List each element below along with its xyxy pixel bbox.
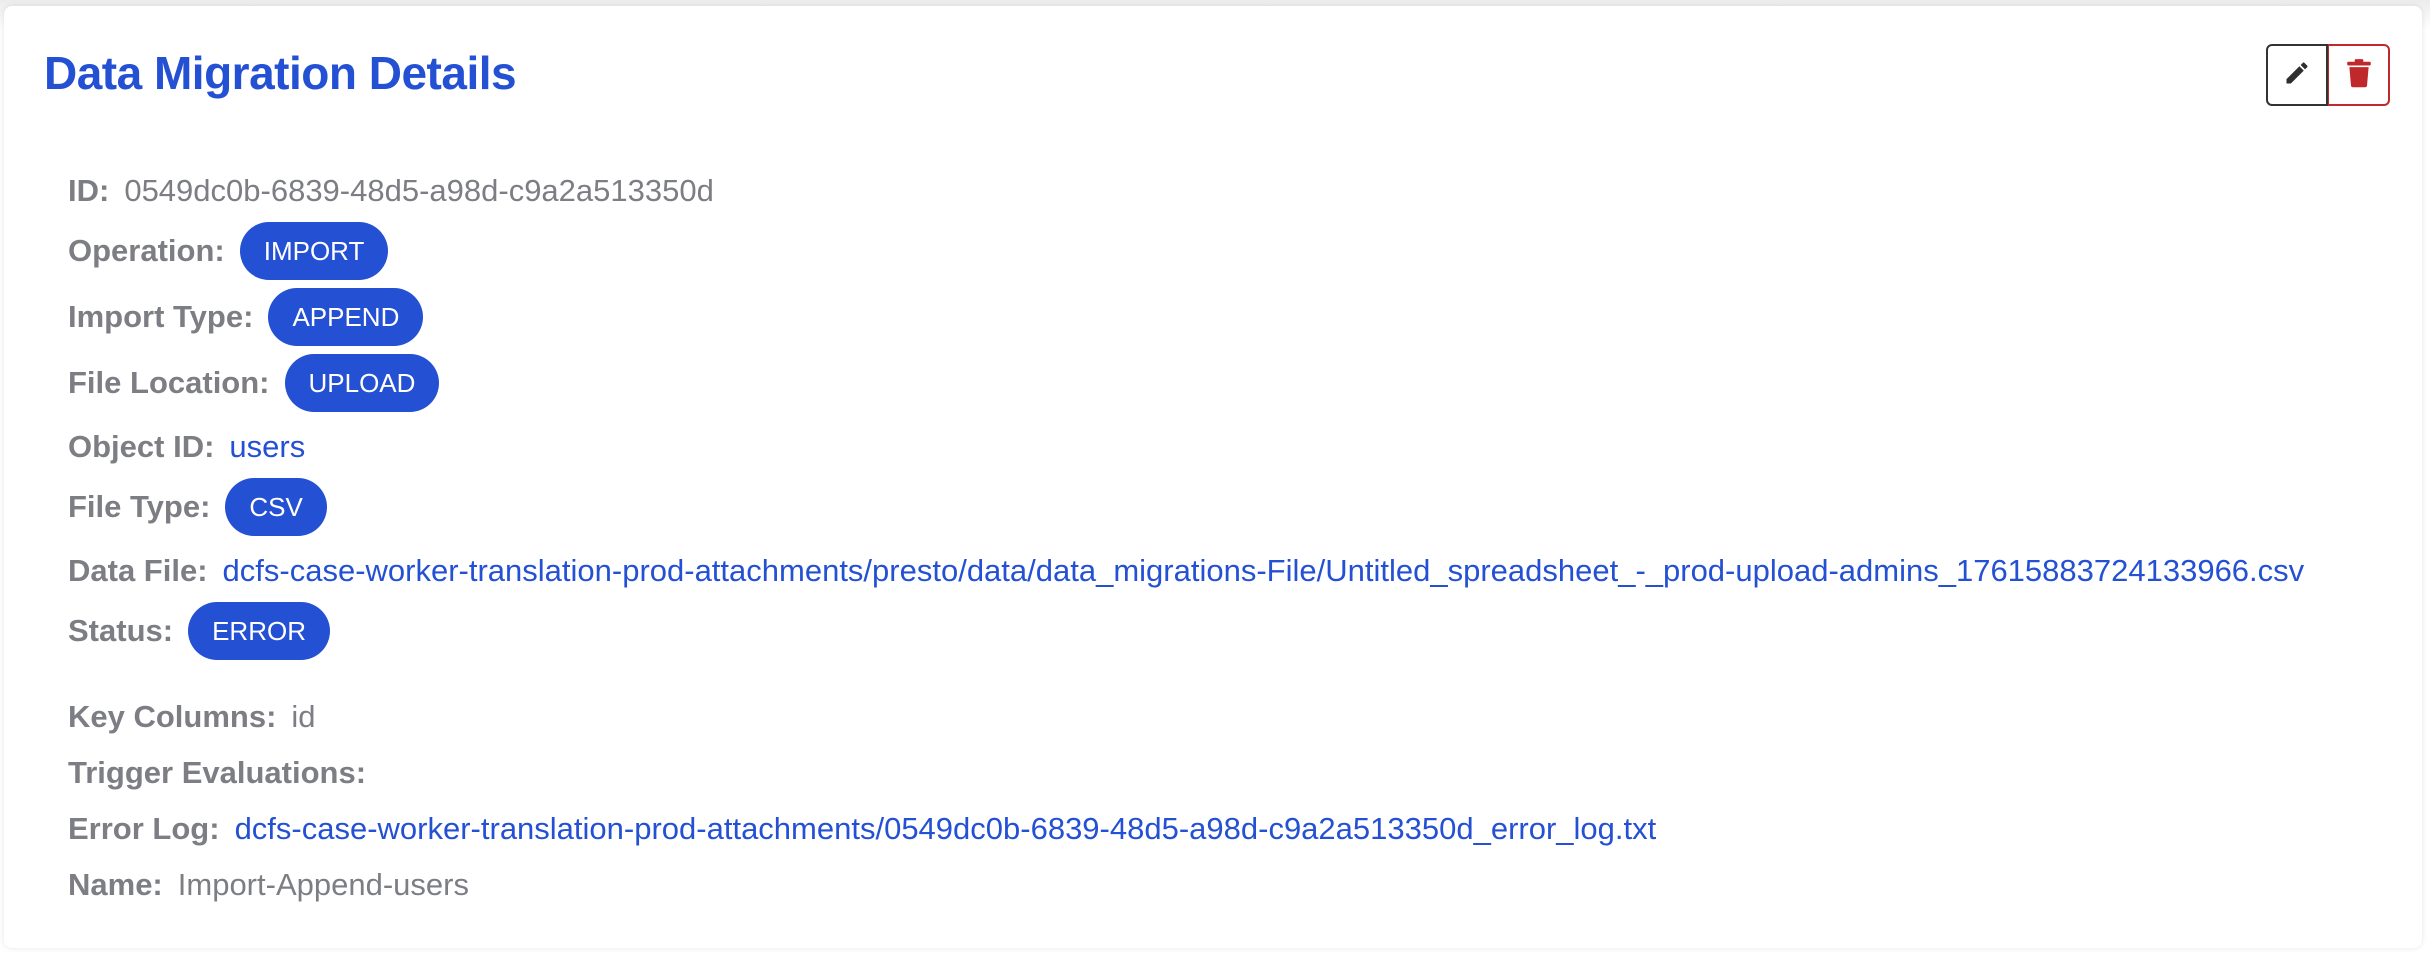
status-badge: ERROR	[188, 602, 330, 660]
field-label: Status:	[68, 613, 174, 648]
page-title: Data Migration Details	[44, 47, 517, 99]
pencil-icon	[2283, 59, 2311, 92]
field-trigger-evaluations: Trigger Evaluations:	[68, 755, 381, 791]
field-label: Import Type:	[68, 299, 254, 334]
object-id-link[interactable]: users	[229, 429, 305, 465]
field-label: Data File:	[68, 553, 208, 588]
file-type-badge: CSV	[225, 478, 327, 536]
field-label: Object ID:	[68, 429, 215, 464]
trash-icon	[2346, 58, 2372, 93]
error-log-link[interactable]: dcfs-case-worker-translation-prod-attach…	[235, 811, 1657, 847]
import-type-badge: APPEND	[268, 288, 424, 346]
field-file-location: File Location: UPLOAD	[68, 354, 440, 412]
field-error-log: Error Log: dcfs-case-worker-translation-…	[68, 811, 1656, 847]
field-id: ID: 0549dc0b-6839-48d5-a98d-c9a2a513350d	[68, 173, 714, 209]
field-data-file: Data File: dcfs-case-worker-translation-…	[68, 553, 2304, 589]
delete-button[interactable]	[2328, 44, 2390, 106]
file-location-badge: UPLOAD	[284, 354, 440, 412]
field-status: Status: ERROR	[68, 602, 330, 660]
field-label: ID:	[68, 173, 110, 208]
field-label: Error Log:	[68, 811, 220, 846]
field-object-id: Object ID: users	[68, 429, 305, 465]
field-key-columns: Key Columns: id	[68, 699, 316, 735]
field-label: File Location:	[68, 365, 270, 400]
operation-badge: IMPORT	[239, 222, 389, 280]
field-label: Operation:	[68, 233, 225, 268]
field-import-type: Import Type: APPEND	[68, 288, 424, 346]
edit-button[interactable]	[2266, 44, 2328, 106]
field-operation: Operation: IMPORT	[68, 222, 389, 280]
field-value: id	[291, 699, 316, 734]
data-file-link[interactable]: dcfs-case-worker-translation-prod-attach…	[223, 553, 2305, 589]
data-migration-details-card: Data Migration Details ID: 0549dc0b-6839…	[4, 6, 2422, 948]
field-label: Trigger Evaluations:	[68, 755, 367, 790]
field-label: Name:	[68, 867, 163, 902]
field-file-type: File Type: CSV	[68, 478, 327, 536]
field-value: 0549dc0b-6839-48d5-a98d-c9a2a513350d	[124, 173, 714, 208]
field-label: File Type:	[68, 489, 211, 524]
field-value: Import-Append-users	[177, 867, 469, 902]
field-name: Name: Import-Append-users	[68, 867, 469, 903]
field-label: Key Columns:	[68, 699, 277, 734]
card-actions	[2266, 44, 2390, 106]
